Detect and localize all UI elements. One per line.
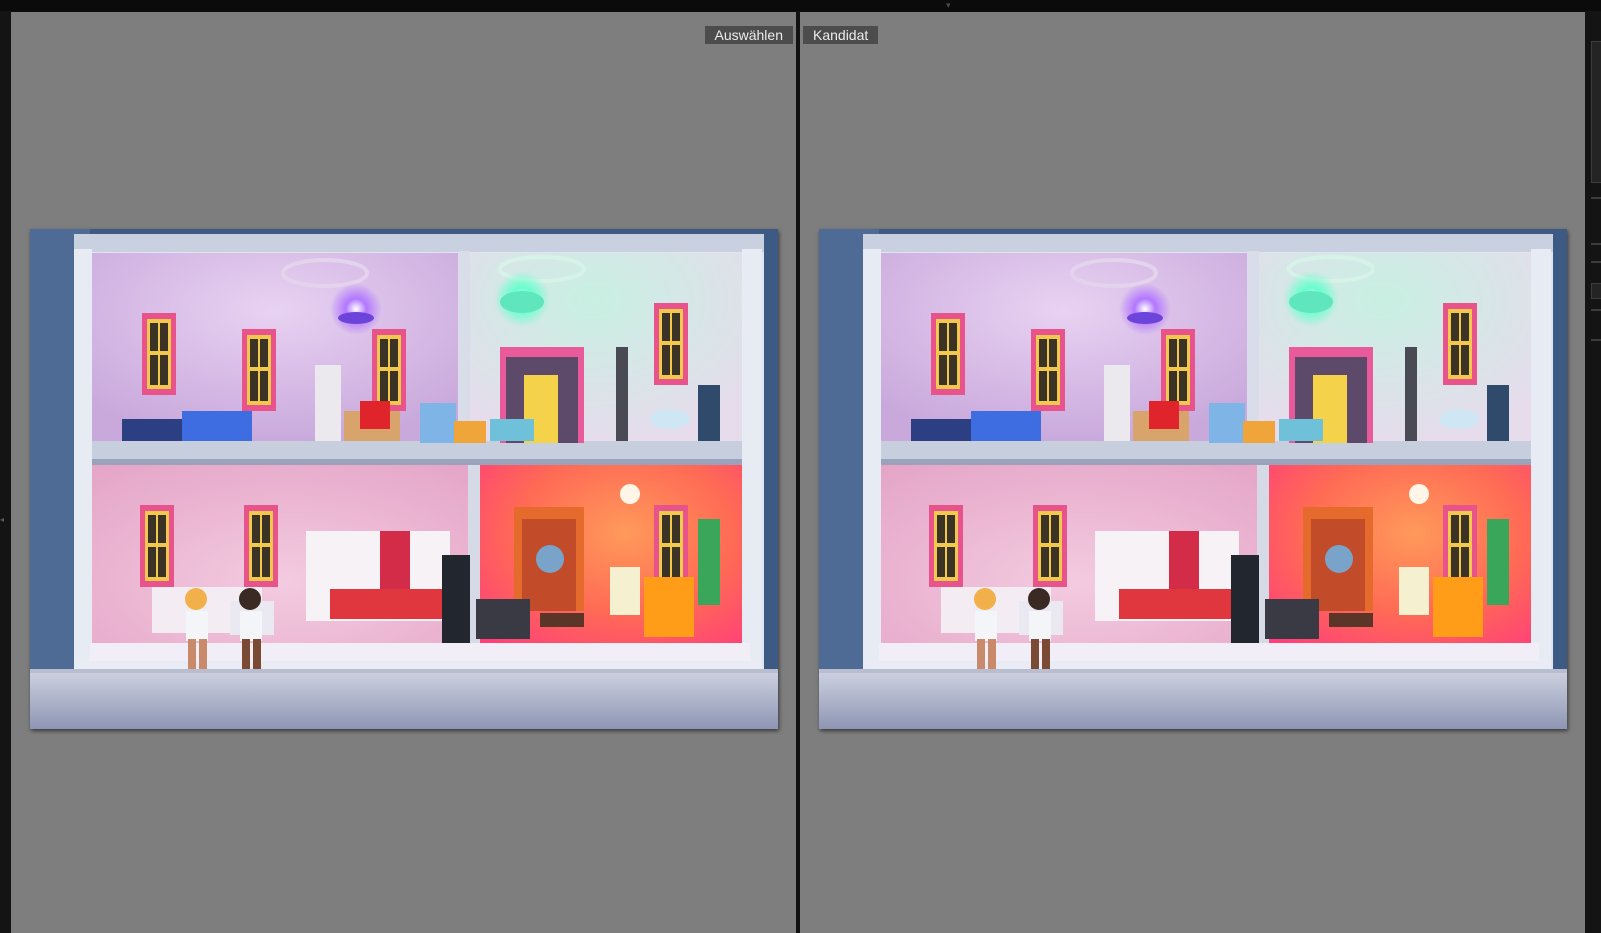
select-label: Auswählen — [704, 26, 793, 44]
dollhouse-photo-candidate — [819, 229, 1567, 729]
left-panel-strip: ◂ — [0, 11, 11, 933]
candidate-panel[interactable]: Kandidat — [800, 12, 1585, 933]
right-panel-tick — [1591, 261, 1601, 263]
collapse-top-panel-icon[interactable]: ▾ — [946, 1, 951, 10]
right-panel-strip — [1585, 11, 1601, 933]
right-panel-tick — [1591, 197, 1601, 199]
right-panel-control[interactable] — [1591, 283, 1601, 299]
right-panel-tick — [1591, 339, 1601, 341]
collapse-left-panel-icon[interactable]: ◂ — [0, 516, 4, 524]
right-panel-tick — [1591, 309, 1601, 311]
right-panel-tick — [1591, 243, 1601, 245]
candidate-photo[interactable] — [819, 229, 1567, 729]
select-photo[interactable] — [30, 229, 778, 729]
dollhouse-photo-select — [30, 229, 778, 729]
top-toolbar: ▾ — [0, 0, 1601, 11]
candidate-label: Kandidat — [803, 26, 879, 44]
right-panel-tab[interactable] — [1591, 41, 1601, 183]
select-panel[interactable]: Auswählen — [11, 12, 796, 933]
